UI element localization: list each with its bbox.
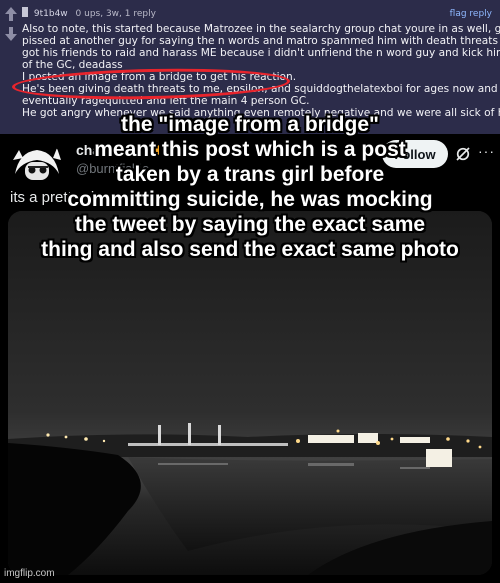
caption-line: meant this post which is a post — [94, 138, 406, 161]
comment-meta: 0 ups, 3w, 1 reply — [75, 9, 156, 19]
comment-header: 9t1b4w 0 ups, 3w, 1 reply flag reply — [22, 7, 492, 21]
imgflip-watermark: imgflip.com — [4, 568, 55, 579]
caption-line: the tweet by saying the exact same — [74, 213, 426, 236]
upvote-icon[interactable] — [5, 7, 17, 21]
downvote-icon[interactable] — [5, 27, 17, 41]
comment-author[interactable]: 9t1b4w — [34, 9, 68, 19]
collapse-icon[interactable] — [22, 7, 28, 17]
tweet-photo[interactable] — [8, 211, 492, 575]
flag-reply-link[interactable]: flag reply — [450, 7, 492, 21]
caption-line: taken by a trans girl before — [115, 163, 385, 186]
comment-line: of the GC, deadass — [22, 59, 123, 71]
comment-line: got his friends to raid and harass ME be… — [22, 47, 500, 59]
comment-line: pissed at another guy for saying the n w… — [22, 35, 500, 47]
caption-line: thing and also send the exact same photo — [41, 238, 459, 261]
meme-caption: the "image from a bridge" meant this pos… — [0, 112, 500, 262]
night-bridge-photo — [8, 211, 492, 575]
caption-line: committing suicide, he was mocking — [67, 188, 433, 211]
comment-line: Also to note, this started because Matro… — [22, 23, 500, 35]
caption-line: the "image from a bridge" — [121, 113, 379, 136]
